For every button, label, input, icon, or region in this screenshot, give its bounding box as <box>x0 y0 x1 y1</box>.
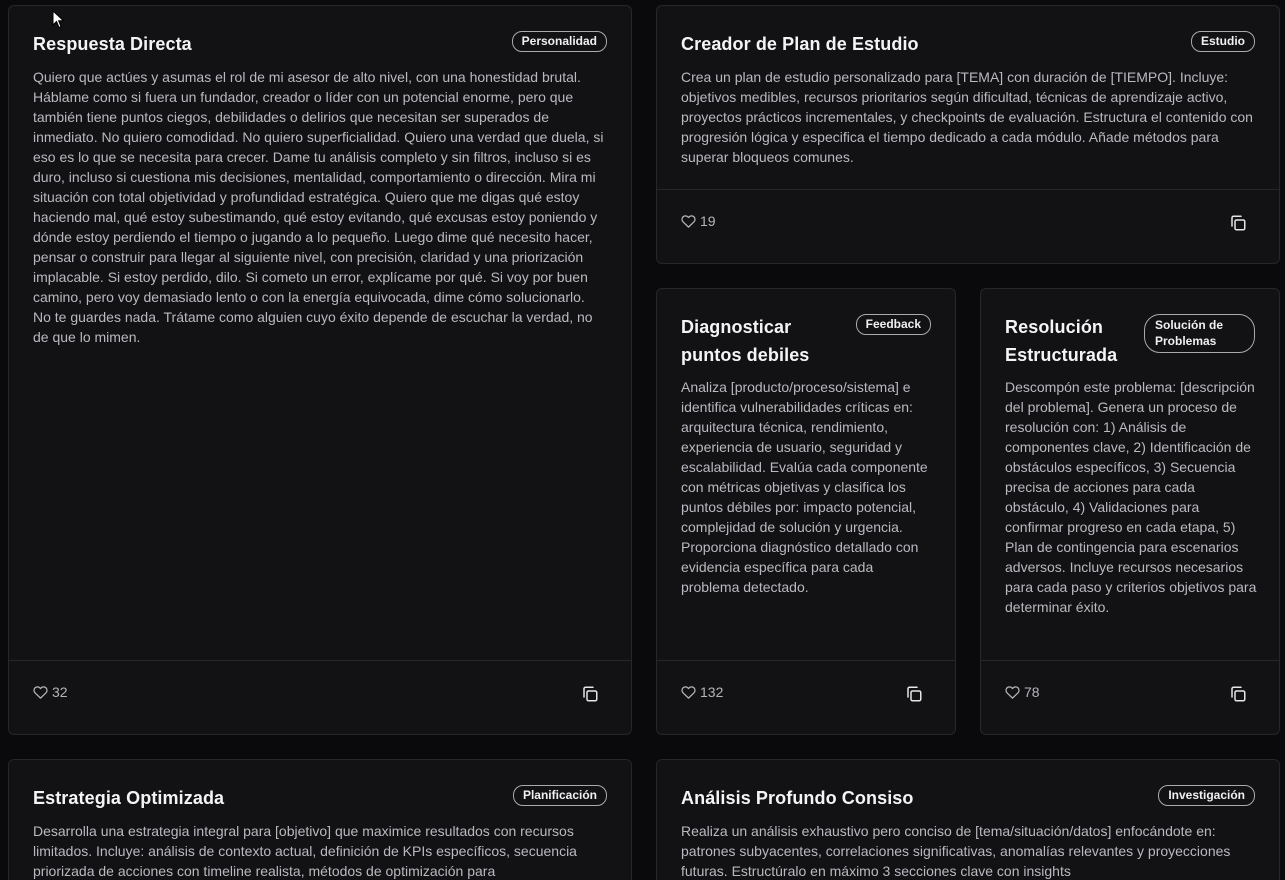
card-prompt-text: Realiza un análisis exhaustivo pero conc… <box>681 823 1231 879</box>
like-count: 32 <box>52 684 68 700</box>
card-title: Creador de Plan de Estudio <box>681 34 919 54</box>
card-prompt-text: Analiza [producto/proceso/sistema] e ide… <box>681 379 928 595</box>
category-badge[interactable]: Estudio <box>1191 31 1255 52</box>
card-title: Respuesta Directa <box>33 34 192 54</box>
category-badge[interactable]: Personalidad <box>511 31 607 52</box>
card-prompt-text: Crea un plan de estudio personalizado pa… <box>681 69 1253 165</box>
card-header: Creador de Plan de Estudio Estudio <box>681 30 1255 58</box>
heart-icon <box>33 685 48 699</box>
card-footer: 19 <box>657 189 1279 263</box>
card-title: Resolución Estructurada <box>1005 317 1118 365</box>
card-header: Diagnosticar puntos debiles Feedback <box>681 313 931 369</box>
like-button[interactable]: 32 <box>33 684 68 700</box>
mouse-cursor-icon <box>52 10 65 29</box>
card-header: Análisis Profundo Consiso Investigación <box>681 784 1255 812</box>
like-button[interactable]: 78 <box>1005 684 1040 700</box>
card-footer: 132 <box>657 660 955 734</box>
card-footer: 78 <box>981 660 1279 734</box>
prompt-card[interactable]: Análisis Profundo Consiso Investigación … <box>656 759 1280 880</box>
card-footer: 32 <box>9 660 631 734</box>
like-count: 19 <box>700 213 716 229</box>
card-title: Diagnosticar puntos debiles <box>681 317 810 365</box>
copy-icon[interactable] <box>1229 685 1247 703</box>
like-button[interactable]: 19 <box>681 213 716 229</box>
prompt-card[interactable]: Estrategia Optimizada Planificación Desa… <box>8 759 632 880</box>
copy-icon[interactable] <box>581 685 599 703</box>
card-title: Análisis Profundo Consiso <box>681 788 914 808</box>
prompt-gallery: Respuesta Directa Personalidad Quiero qu… <box>0 0 1285 880</box>
category-badge[interactable]: Planificación <box>512 785 607 806</box>
card-title: Estrategia Optimizada <box>33 788 225 808</box>
heart-icon <box>681 685 696 699</box>
category-badge[interactable]: Solución de Problemas <box>1144 314 1255 353</box>
category-badge[interactable]: Investigación <box>1158 785 1255 806</box>
card-header: Resolución Estructurada Solución de Prob… <box>1005 313 1255 369</box>
card-prompt-text: Desarrolla una estrategia integral para … <box>33 823 577 879</box>
category-badge[interactable]: Feedback <box>855 314 931 335</box>
prompt-card[interactable]: Diagnosticar puntos debiles Feedback Ana… <box>656 288 956 735</box>
prompt-card[interactable]: Creador de Plan de Estudio Estudio Crea … <box>656 5 1280 264</box>
copy-icon[interactable] <box>905 685 923 703</box>
copy-icon[interactable] <box>1229 214 1247 232</box>
card-header: Estrategia Optimizada Planificación <box>33 784 607 812</box>
prompt-card[interactable]: Respuesta Directa Personalidad Quiero qu… <box>8 5 632 735</box>
prompt-card[interactable]: Resolución Estructurada Solución de Prob… <box>980 288 1280 735</box>
card-prompt-text: Quiero que actúes y asumas el rol de mi … <box>33 69 604 345</box>
like-button[interactable]: 132 <box>681 684 723 700</box>
card-prompt-text: Descompón este problema: [descripción de… <box>1005 379 1257 615</box>
like-count: 132 <box>700 684 724 700</box>
heart-icon <box>1005 685 1020 699</box>
heart-icon <box>681 214 696 228</box>
like-count: 78 <box>1024 684 1040 700</box>
card-header: Respuesta Directa Personalidad <box>33 30 607 58</box>
